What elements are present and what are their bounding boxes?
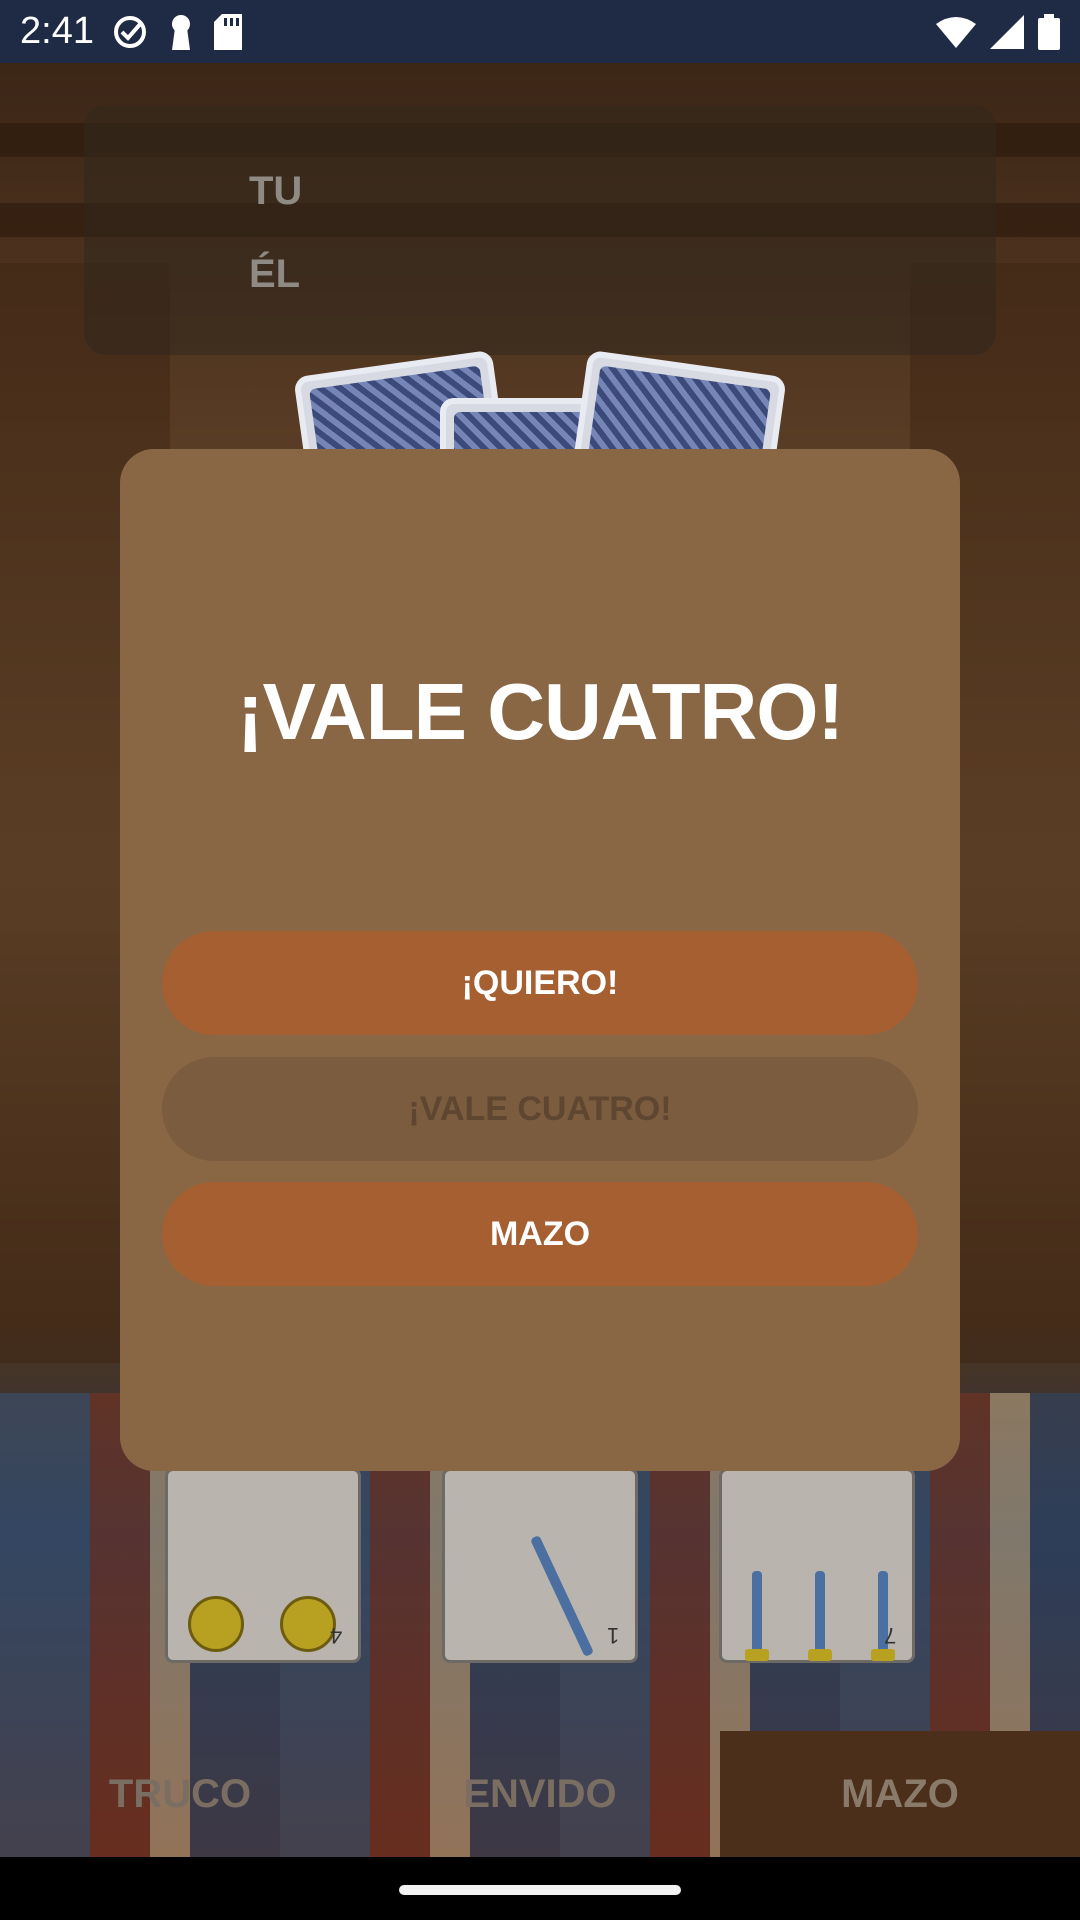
envido-button[interactable]: ENVIDO	[360, 1731, 720, 1857]
player-card[interactable]: 4	[165, 1468, 361, 1663]
status-time: 2:41	[20, 10, 94, 52]
check-circle-icon	[113, 15, 146, 48]
home-gesture-handle[interactable]	[399, 1885, 681, 1895]
sword-icon	[529, 1534, 595, 1658]
coin-icon	[280, 1596, 336, 1652]
card-number: 4	[329, 1623, 342, 1648]
vale-cuatro-button: ¡VALE CUATRO!	[162, 1057, 918, 1161]
response-dialog: ¡VALE CUATRO! ¡QUIERO! ¡VALE CUATRO! MAZ…	[120, 449, 960, 1471]
keyhole-icon	[171, 14, 190, 50]
sword-hilt	[808, 1649, 832, 1661]
dialog-title: ¡VALE CUATRO!	[236, 667, 844, 756]
navigation-bar	[0, 1857, 1080, 1920]
quiero-button[interactable]: ¡QUIERO!	[162, 931, 918, 1035]
sword-icon	[752, 1571, 762, 1661]
mazo-bar-button[interactable]: MAZO	[720, 1731, 1080, 1857]
coin-icon	[188, 1596, 244, 1652]
scoreboard: TU ÉL	[84, 105, 996, 355]
card-number: 1	[606, 1623, 619, 1648]
status-bar: 2:41	[0, 0, 1080, 63]
battery-icon	[1038, 13, 1060, 50]
signal-icon	[990, 14, 1024, 49]
mazo-button[interactable]: MAZO	[162, 1182, 918, 1286]
score-opponent-label: ÉL	[249, 252, 301, 296]
sword-hilt	[745, 1649, 769, 1661]
truco-button[interactable]: TRUCO	[0, 1731, 360, 1857]
score-player-label: TU	[249, 169, 303, 213]
player-card[interactable]: 7	[719, 1468, 915, 1663]
card-number: 7	[883, 1623, 896, 1648]
sword-icon	[815, 1571, 825, 1661]
player-card[interactable]: 1	[442, 1468, 638, 1663]
action-bar: TRUCO ENVIDO MAZO	[0, 1731, 1080, 1857]
wifi-icon	[936, 16, 976, 48]
sd-card-icon	[213, 13, 242, 50]
sword-hilt	[871, 1649, 895, 1661]
